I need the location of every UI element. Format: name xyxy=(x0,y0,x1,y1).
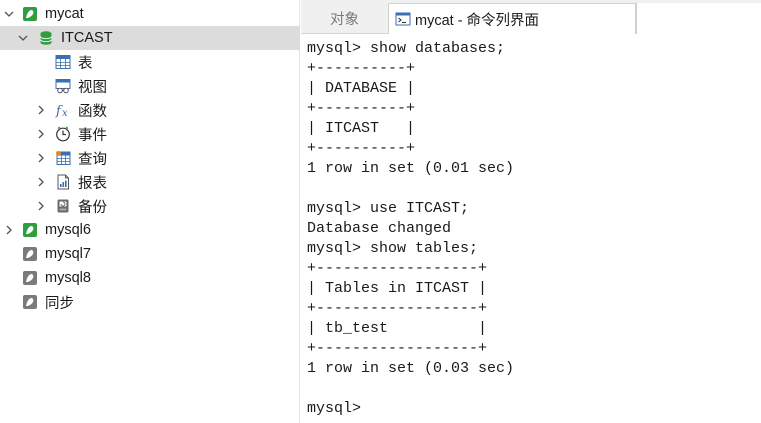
console-line: | Tables in ITCAST | xyxy=(307,280,488,297)
chevron-down-icon[interactable] xyxy=(16,31,30,45)
console-line: mysql> use ITCAST; xyxy=(307,200,470,217)
chevron-down-icon[interactable] xyxy=(2,7,16,21)
console-line: | tb_test | xyxy=(307,320,488,337)
tree-item-backups[interactable]: 备份 xyxy=(0,194,300,218)
tree-item-label: mysql7 xyxy=(45,246,91,262)
console-line: +----------+ xyxy=(307,60,416,77)
console-line: | DATABASE | xyxy=(307,80,416,97)
tree-item-label: ITCAST xyxy=(61,30,113,46)
chevron-right-icon[interactable] xyxy=(34,175,48,189)
tab-objects[interactable]: 对象 xyxy=(301,3,388,34)
tree-item-events[interactable]: 事件 xyxy=(0,122,300,146)
tab-bar-empty-area xyxy=(636,3,761,34)
tree-item-label: 报表 xyxy=(78,175,107,192)
chevron-right-icon[interactable] xyxy=(34,127,48,141)
tree-item-label: 备份 xyxy=(78,199,107,216)
tree-item-tables[interactable]: 表 xyxy=(0,50,300,74)
console-line: +----------+ xyxy=(307,100,416,117)
connection-icon xyxy=(22,222,38,238)
tab-label: mycat - 命令列界面 xyxy=(415,12,540,29)
console-line: mysql> show databases; xyxy=(307,40,506,57)
tree-item-views[interactable]: 视图 xyxy=(0,74,300,98)
tree-item-reports[interactable]: 报表 xyxy=(0,170,300,194)
tree-item-functions[interactable]: fx 函数 xyxy=(0,98,300,122)
tree-item-mysql6[interactable]: mysql6 xyxy=(0,218,300,242)
tab-label: 对象 xyxy=(330,12,359,28)
console-line: Database changed xyxy=(307,220,452,237)
console-line: +------------------+ xyxy=(307,260,488,277)
chevron-right-icon[interactable] xyxy=(2,223,16,237)
query-icon xyxy=(55,150,71,166)
tree-item-label: 查询 xyxy=(78,151,107,168)
tree-item-itcast[interactable]: ITCAST xyxy=(0,26,300,50)
tree-item-label: 视图 xyxy=(78,79,107,96)
console-line: mysql> show tables; xyxy=(307,240,479,257)
connection-icon xyxy=(22,6,38,22)
connection-icon xyxy=(22,270,38,286)
tree-item-label: mycat xyxy=(45,6,84,22)
tree-item-label: 表 xyxy=(78,55,93,72)
chevron-right-icon[interactable] xyxy=(34,151,48,165)
tab-console[interactable]: mycat - 命令列界面 xyxy=(388,3,636,34)
tree-item-mycat[interactable]: mycat xyxy=(0,2,300,26)
console-line: +------------------+ xyxy=(307,300,488,317)
tree-item-label: mysql8 xyxy=(45,270,91,286)
chevron-right-icon[interactable] xyxy=(34,199,48,213)
tree-item-label: 函数 xyxy=(78,103,107,120)
tree-item-mysql8[interactable]: mysql8 xyxy=(0,266,300,290)
backup-icon xyxy=(55,198,71,214)
tree-item-mysql7[interactable]: mysql7 xyxy=(0,242,300,266)
report-icon xyxy=(55,174,71,190)
event-clock-icon xyxy=(55,126,71,142)
tree-item-label: 同步 xyxy=(45,295,74,312)
console-line: | ITCAST | xyxy=(307,120,416,137)
connection-icon xyxy=(22,294,38,310)
console-line: +------------------+ xyxy=(307,340,488,357)
navigation-sidebar: mycat ITCAST 表 视图 fx 函数 事件 查询 报表 备份 mysq… xyxy=(0,0,300,423)
chevron-right-icon[interactable] xyxy=(34,103,48,117)
svg-text:x: x xyxy=(62,108,68,118)
function-icon: fx xyxy=(55,102,71,118)
console-line: +----------+ xyxy=(307,140,416,157)
console-line: 1 row in set (0.01 sec) xyxy=(307,160,515,177)
tree-item-label: 事件 xyxy=(78,127,107,144)
console-line: 1 row in set (0.03 sec) xyxy=(307,360,515,377)
command-console[interactable]: mysql> show databases; +----------+ | DA… xyxy=(301,34,761,423)
tree-item-sync[interactable]: 同步 xyxy=(0,290,300,314)
tree-item-label: mysql6 xyxy=(45,222,91,238)
tree-item-queries[interactable]: 查询 xyxy=(0,146,300,170)
view-icon xyxy=(55,78,71,94)
terminal-icon xyxy=(395,11,411,27)
console-prompt[interactable]: mysql> xyxy=(307,399,761,419)
tab-bar: 对象 mycat - 命令列界面 xyxy=(301,0,761,34)
connection-icon xyxy=(22,246,38,262)
table-icon xyxy=(55,54,71,70)
database-icon xyxy=(38,30,54,46)
